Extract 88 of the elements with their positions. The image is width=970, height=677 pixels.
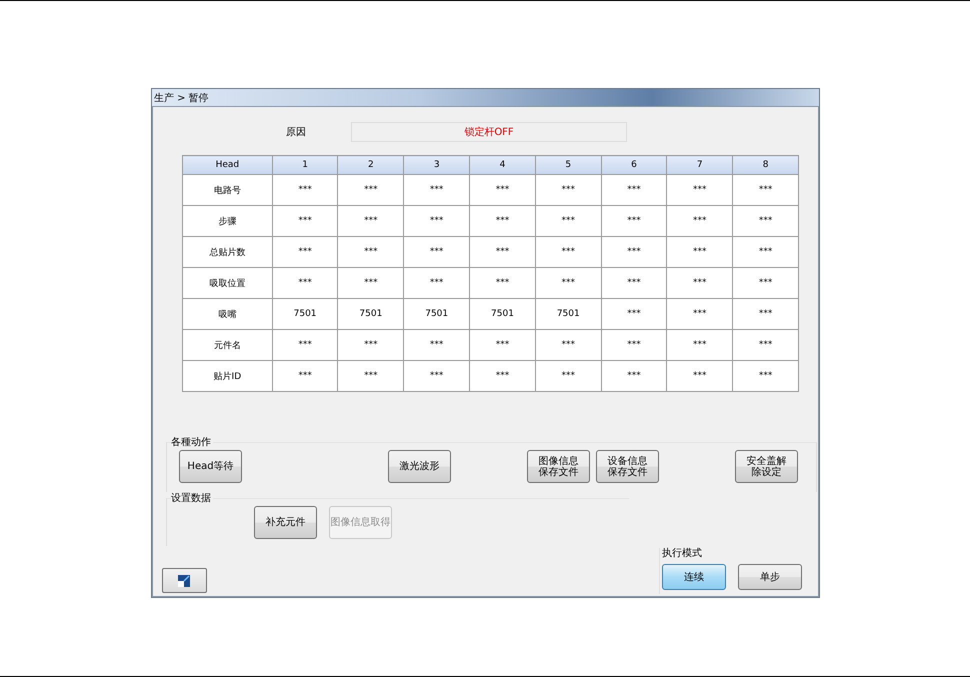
mode-button[interactable]: 连续	[662, 564, 726, 590]
table-cell: ***	[338, 206, 404, 236]
square-icon	[178, 574, 190, 586]
mode-button[interactable]: 单步	[738, 564, 802, 590]
table-cell: ***	[535, 360, 602, 392]
row-header: 贴片ID	[182, 360, 272, 392]
table-cell: ***	[470, 174, 536, 206]
table-cell: ***	[272, 330, 338, 360]
table-cell: ***	[666, 206, 733, 236]
table-cell: ***	[732, 236, 798, 268]
table-cell: ***	[601, 298, 667, 330]
table-cell: ***	[666, 236, 733, 268]
table-cell: ***	[666, 330, 733, 360]
action-button[interactable]: 激光波形	[388, 450, 451, 483]
table-cell: ***	[666, 174, 733, 206]
group-title: 设置数据	[171, 493, 213, 505]
table-cell: ***	[404, 174, 470, 206]
table-cell: ***	[732, 174, 798, 206]
table-cell: ***	[338, 236, 404, 268]
row-header: 电路号	[182, 174, 272, 206]
row-header: 步骤	[182, 206, 272, 236]
table-cell: ***	[404, 268, 470, 298]
action-button[interactable]: 图像信息保存文件	[527, 450, 590, 483]
table-cell: ***	[535, 330, 602, 360]
table-cell: 7501	[535, 298, 602, 330]
table-cell: ***	[601, 360, 667, 392]
table-cell: ***	[666, 298, 733, 330]
table-cell: ***	[666, 268, 733, 298]
table-cell: 7501	[470, 298, 536, 330]
column-header: Head	[182, 156, 272, 174]
group-title: 执行模式	[662, 548, 704, 560]
table-cell: ***	[338, 330, 404, 360]
table-cell: ***	[470, 236, 536, 268]
column-header: 6	[601, 156, 667, 174]
row-header: 总贴片数	[182, 236, 272, 268]
table-cell: ***	[601, 330, 667, 360]
table-cell: 7501	[404, 298, 470, 330]
table-cell: ***	[601, 174, 667, 206]
action-button[interactable]: Head等待	[179, 450, 242, 483]
window-toggle-button[interactable]	[162, 568, 207, 593]
row-header: 元件名	[182, 330, 272, 360]
window-title: 生产 > 暂停	[154, 92, 209, 104]
table-cell: ***	[404, 236, 470, 268]
table-cell: ***	[470, 268, 536, 298]
column-header: 5	[535, 156, 602, 174]
table-cell: 7501	[338, 298, 404, 330]
table-cell: ***	[666, 360, 733, 392]
table-cell: ***	[272, 174, 338, 206]
action-button[interactable]: 安全盖解除设定	[735, 450, 798, 483]
table-cell: ***	[732, 206, 798, 236]
action-button[interactable]: 补充元件	[254, 506, 317, 539]
table-cell: ***	[272, 206, 338, 236]
column-header: 3	[404, 156, 470, 174]
table-cell: ***	[470, 360, 536, 392]
column-header: 1	[272, 156, 338, 174]
table-cell: 7501	[272, 298, 338, 330]
table-cell: ***	[338, 174, 404, 206]
group-title: 各種动作	[171, 437, 213, 449]
table-cell: ***	[535, 268, 602, 298]
column-header: 2	[338, 156, 404, 174]
column-header: 8	[732, 156, 798, 174]
table-cell: ***	[732, 298, 798, 330]
table-cell: ***	[470, 206, 536, 236]
table-cell: ***	[404, 330, 470, 360]
table-cell: ***	[732, 360, 798, 392]
table-cell: ***	[535, 236, 602, 268]
action-button[interactable]: 设备信息保存文件	[596, 450, 659, 483]
table-cell: ***	[732, 330, 798, 360]
table-cell: ***	[535, 206, 602, 236]
table-cell: ***	[601, 268, 667, 298]
row-header: 吸嘴	[182, 298, 272, 330]
column-header: 7	[666, 156, 733, 174]
row-header: 吸取位置	[182, 268, 272, 298]
table-cell: ***	[601, 236, 667, 268]
table-cell: ***	[732, 268, 798, 298]
reason-field: 锁定杆OFF	[351, 122, 627, 142]
table-cell: ***	[535, 174, 602, 206]
table-cell: ***	[272, 236, 338, 268]
column-header: 4	[470, 156, 536, 174]
table-cell: ***	[272, 268, 338, 298]
table-cell: ***	[601, 206, 667, 236]
table-cell: ***	[338, 360, 404, 392]
table-cell: ***	[272, 360, 338, 392]
table-cell: ***	[404, 360, 470, 392]
table-cell: ***	[470, 330, 536, 360]
table-cell: ***	[338, 268, 404, 298]
table-cell: ***	[404, 206, 470, 236]
reason-label: 原因	[286, 126, 306, 139]
